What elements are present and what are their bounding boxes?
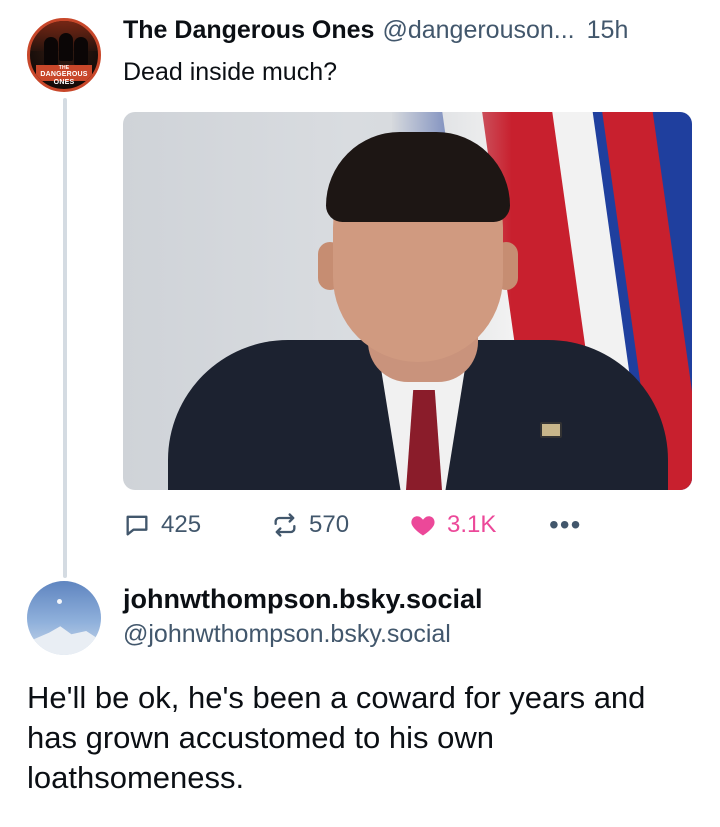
repost-button[interactable]: 570 <box>271 511 409 539</box>
author-display-name[interactable]: The Dangerous Ones <box>123 16 374 45</box>
avatar-figure <box>44 37 58 65</box>
repost-count: 570 <box>309 511 350 538</box>
like-count: 3.1K <box>447 511 497 538</box>
moon-shape <box>57 599 62 604</box>
person-figure <box>168 132 668 490</box>
avatar-figure <box>59 33 73 61</box>
more-icon: ••• <box>549 509 582 540</box>
reply-button[interactable]: 425 <box>123 511 271 539</box>
reply-author-handle[interactable]: @johnwthompson.bsky.social <box>123 620 451 649</box>
like-button[interactable]: 3.1K <box>409 511 549 539</box>
mountain-shape <box>27 626 101 655</box>
avatar-figure <box>74 37 88 65</box>
post-timestamp[interactable]: 15h <box>587 16 629 45</box>
author-handle[interactable]: @dangerouson... <box>382 16 574 45</box>
more-options-button[interactable]: ••• <box>549 509 581 541</box>
reply-avatar[interactable] <box>27 581 101 655</box>
reply-count: 425 <box>161 511 202 538</box>
reply-post-text: He'll be ok, he's been a coward for year… <box>27 680 646 795</box>
repost-icon <box>274 513 296 537</box>
avatar[interactable]: THE DANGEROUS ONES <box>27 18 101 92</box>
post-text: Dead inside much? <box>123 58 338 86</box>
post-actions: 425 570 3.1K ••• <box>123 508 581 542</box>
reply-author-display-name[interactable]: johnwthompson.bsky.social <box>123 584 483 615</box>
thread-line <box>63 98 67 578</box>
post-header: The Dangerous Ones @dangerouson... 15h <box>123 16 628 50</box>
post-image[interactable] <box>123 112 692 490</box>
heart-icon <box>411 516 435 536</box>
avatar-logo-main: DANGEROUS ONES <box>40 71 88 86</box>
reply-icon <box>126 515 148 536</box>
avatar-logo-text: THE DANGEROUS ONES <box>36 65 92 86</box>
